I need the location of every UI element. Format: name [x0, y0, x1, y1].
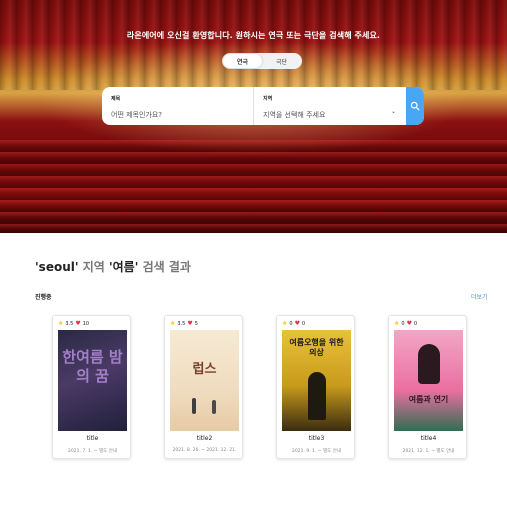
card-meta: ★ 0 ♥ 0 — [282, 320, 305, 327]
poster-title: 럽스 — [192, 362, 217, 377]
region-field-label: 지역 — [263, 96, 273, 102]
poster-title: 한여름 밤의 꿈 — [62, 348, 123, 385]
poster-figure — [308, 372, 326, 420]
poster-title: 여름과 연기 — [408, 395, 449, 404]
card-date: 2021. 9. 1. ~ 별도 안내 — [292, 449, 341, 454]
search-type-toggle: 연극 극단 — [222, 53, 302, 69]
likes-value: 0 — [413, 320, 418, 327]
search-button[interactable] — [406, 87, 424, 125]
results-suffix: 검색 결과 — [138, 260, 191, 274]
search-box: 제목 지역 ⌄ — [102, 87, 424, 125]
title-input[interactable] — [111, 111, 241, 119]
hero-title: 라온에어에 오신걸 환영합니다. 원하시는 연극 또는 극단을 검색해 주세요. — [126, 31, 381, 40]
results-title: 'seoul' 지역 '여름' 검색 결과 — [35, 258, 191, 275]
poster-figures — [212, 400, 216, 414]
heart-icon: ♥ — [294, 320, 300, 327]
poster-image: 럽스 — [170, 330, 239, 431]
region-field[interactable]: 지역 ⌄ — [254, 87, 406, 125]
card-date: 2021. 8. 26. ~ 2021. 12. 21. — [172, 448, 237, 453]
hero-curtain — [0, 0, 507, 90]
card-meta: ★ 3.5 ♥ 10 — [58, 320, 89, 327]
likes-value: 5 — [194, 320, 198, 327]
results-keyword: '여름' — [108, 260, 139, 274]
star-icon: ★ — [58, 320, 64, 327]
rating-value: 0 — [401, 320, 405, 327]
card-date: 2021. 12. 1. ~ 별도 안내 — [402, 449, 455, 454]
poster-image: 한여름 밤의 꿈 — [58, 330, 127, 431]
poster-image: 여름오행을 위한의상 — [282, 330, 351, 431]
title-field: 제목 — [102, 87, 254, 125]
results-region: 'seoul' — [35, 260, 79, 274]
play-card[interactable]: ★ 3.5 ♥ 10 한여름 밤의 꿈 title 2021. 7. 1. ~ … — [52, 315, 131, 459]
hero-seats — [0, 140, 507, 233]
card-meta: ★ 3.5 ♥ 5 — [170, 320, 198, 327]
poster-figures — [192, 398, 196, 414]
likes-value: 10 — [82, 320, 90, 327]
heart-icon: ♥ — [406, 320, 412, 327]
poster-figure — [418, 344, 440, 384]
star-icon: ★ — [282, 320, 288, 327]
poster-image: 여름과 연기 — [394, 330, 463, 431]
card-meta: ★ 0 ♥ 0 — [394, 320, 417, 327]
star-icon: ★ — [170, 320, 176, 327]
more-link[interactable]: 더보기 — [471, 292, 488, 301]
play-card[interactable]: ★ 0 ♥ 0 여름과 연기 title4 2021. 12. 1. ~ 별도 … — [388, 315, 467, 459]
rating-value: 3.5 — [65, 320, 74, 327]
search-icon — [410, 101, 420, 111]
card-title: title — [86, 435, 99, 442]
title-field-label: 제목 — [111, 96, 121, 102]
card-title: title2 — [196, 435, 213, 442]
play-card[interactable]: ★ 0 ♥ 0 여름오행을 위한의상 title3 2021. 9. 1. ~ … — [276, 315, 355, 459]
heart-icon: ♥ — [75, 320, 81, 327]
section-label-ongoing: 진행중 — [35, 294, 52, 301]
toggle-troupe[interactable]: 극단 — [262, 54, 301, 68]
card-title: title3 — [308, 435, 325, 442]
card-date: 2021. 7. 1. ~ 별도 안내 — [68, 449, 117, 454]
star-icon: ★ — [394, 320, 400, 327]
toggle-play[interactable]: 연극 — [223, 54, 262, 68]
region-select[interactable] — [263, 111, 393, 119]
heart-icon: ♥ — [187, 320, 193, 327]
results-region-word: 지역 — [78, 260, 109, 274]
play-card[interactable]: ★ 3.5 ♥ 5 럽스 title2 2021. 8. 26. ~ 2021.… — [164, 315, 243, 459]
poster-title: 여름오행을 위한의상 — [289, 338, 344, 357]
card-title: title4 — [420, 435, 437, 442]
likes-value: 0 — [301, 320, 306, 327]
hero-banner: 라온에어에 오신걸 환영합니다. 원하시는 연극 또는 극단을 검색해 주세요.… — [0, 0, 507, 233]
rating-value: 3.5 — [177, 320, 186, 327]
chevron-down-icon[interactable]: ⌄ — [391, 108, 396, 115]
rating-value: 0 — [289, 320, 293, 327]
